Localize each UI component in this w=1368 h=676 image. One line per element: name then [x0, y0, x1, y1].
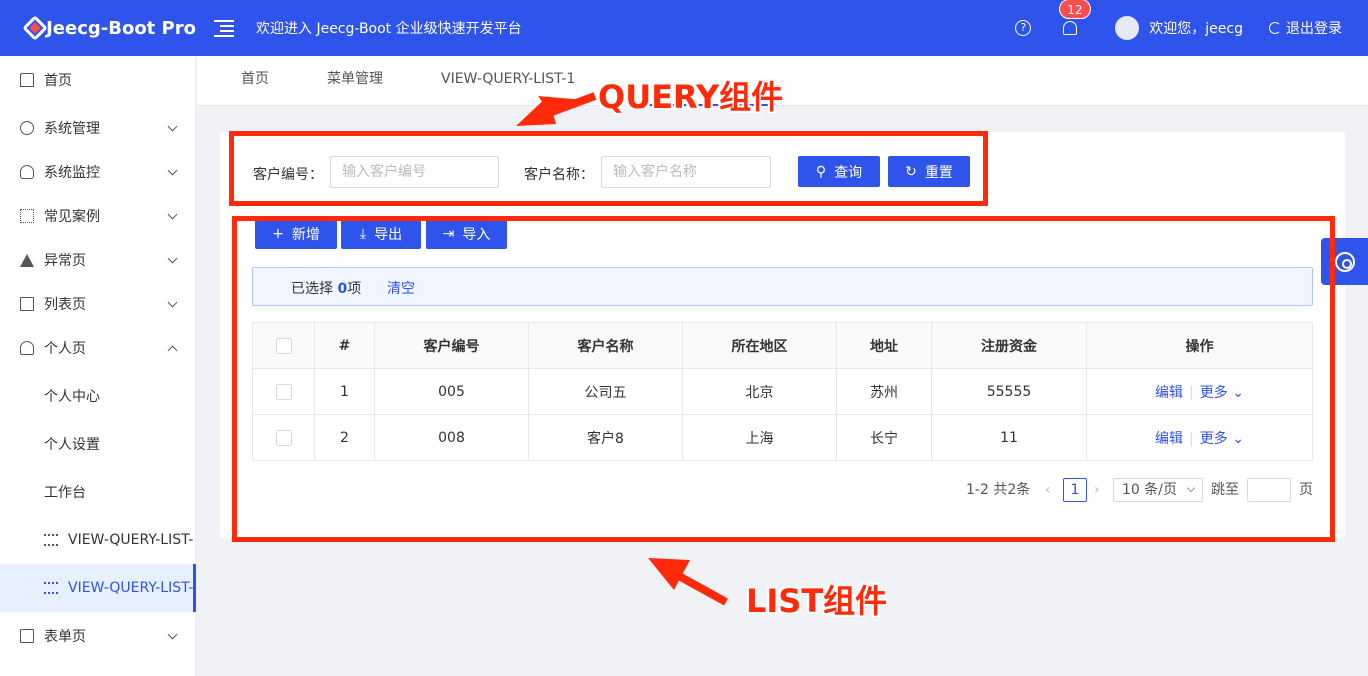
avatar[interactable]	[1115, 16, 1140, 40]
sidebar-item-label: 系统管理	[44, 121, 100, 137]
sidebar-item-label: 个人中心	[44, 389, 100, 405]
sidebar-item-label: 个人设置	[44, 437, 100, 453]
sidebar-item-label: 常见案例	[44, 209, 100, 225]
chevron-down-icon	[167, 297, 178, 308]
notification-button[interactable]: 12	[1059, 0, 1091, 37]
appstore-icon	[20, 209, 34, 223]
chevron-down-icon	[167, 165, 178, 176]
warning-icon	[20, 253, 34, 267]
chevron-down-icon	[167, 253, 178, 264]
sidebar-item-workbench[interactable]: 工作台	[0, 468, 196, 516]
header-actions: ? 12 欢迎您，jeecg 退出登录	[1015, 0, 1368, 56]
sidebar-item-label: 个人页	[44, 341, 86, 357]
dashboard-icon	[20, 165, 34, 179]
list-annotation-label: LIST组件	[746, 582, 888, 620]
chevron-up-icon	[167, 345, 178, 356]
list-arrow	[648, 558, 728, 606]
list-highlight-box	[232, 216, 1335, 542]
welcome-banner: 欢迎进入 Jeecg-Boot 企业级快速开发平台	[256, 21, 522, 37]
table-icon	[20, 297, 34, 311]
sidebar-item-label: 工作台	[44, 485, 86, 501]
sidebar-item-common-cases[interactable]: 常见案例	[0, 192, 196, 240]
sidebar-item-label: 列表页	[44, 297, 86, 313]
query-annotation-label: QUERY组件	[598, 78, 784, 116]
gear-icon	[1334, 251, 1355, 272]
notification-badge: 12	[1059, 0, 1091, 19]
sidebar-item-personal[interactable]: 个人页	[0, 324, 196, 372]
sidebar-item-label: 首页	[44, 73, 72, 89]
sidebar-item-label: 系统监控	[44, 165, 100, 181]
sidebar-item-view-query-list-2[interactable]: VIEW-QUERY-LIST-	[0, 564, 196, 612]
tab-home[interactable]: 首页	[241, 56, 269, 106]
sidebar-item-home[interactable]: 首页	[0, 56, 196, 104]
sidebar: 首页 系统管理 系统监控 常见案例 异常页 列表页 个人页 个人中心 个人设置 …	[0, 56, 196, 676]
sidebar-item-list[interactable]: 列表页	[0, 280, 196, 328]
gear-icon	[20, 121, 34, 135]
logout-label: 退出登录	[1286, 21, 1342, 37]
user-icon	[20, 341, 34, 355]
sidebar-item-system-management[interactable]: 系统管理	[0, 104, 196, 152]
bell-icon	[1063, 21, 1078, 35]
sidebar-item-system-monitor[interactable]: 系统监控	[0, 148, 196, 196]
home-icon	[20, 73, 34, 87]
query-highlight-box	[229, 131, 988, 206]
sidebar-item-exception[interactable]: 异常页	[0, 236, 196, 284]
logo-icon	[20, 13, 48, 43]
top-header: Jeecg-Boot Pro 欢迎进入 Jeecg-Boot 企业级快速开发平台…	[0, 0, 1368, 56]
help-icon[interactable]: ?	[1015, 20, 1032, 36]
logout-button[interactable]: 退出登录	[1269, 18, 1342, 38]
logo[interactable]: Jeecg-Boot Pro	[0, 13, 196, 43]
sidebar-item-label: VIEW-QUERY-LIST-	[68, 532, 194, 548]
tab-view-query-list-1[interactable]: VIEW-QUERY-LIST-1	[441, 56, 575, 106]
menu-fold-icon[interactable]	[214, 19, 238, 37]
list-icon	[44, 534, 58, 546]
logo-text: Jeecg-Boot Pro	[46, 17, 196, 39]
sidebar-item-form[interactable]: 表单页	[0, 612, 196, 660]
list-icon	[44, 582, 58, 594]
sidebar-item-personal-center[interactable]: 个人中心	[0, 372, 196, 420]
chevron-down-icon	[167, 121, 178, 132]
chevron-down-icon	[167, 629, 178, 640]
tab-menu-management[interactable]: 菜单管理	[327, 56, 383, 106]
sidebar-item-personal-settings[interactable]: 个人设置	[0, 420, 196, 468]
user-greeting[interactable]: 欢迎您，jeecg	[1149, 18, 1243, 38]
sidebar-item-label: 异常页	[44, 253, 86, 269]
sidebar-item-view-query-list-1[interactable]: VIEW-QUERY-LIST-	[0, 516, 196, 564]
form-icon	[20, 629, 34, 643]
logout-icon	[1269, 22, 1281, 34]
sidebar-item-label: 表单页	[44, 629, 86, 645]
sidebar-item-label: VIEW-QUERY-LIST-	[68, 580, 194, 596]
chevron-down-icon	[167, 209, 178, 220]
